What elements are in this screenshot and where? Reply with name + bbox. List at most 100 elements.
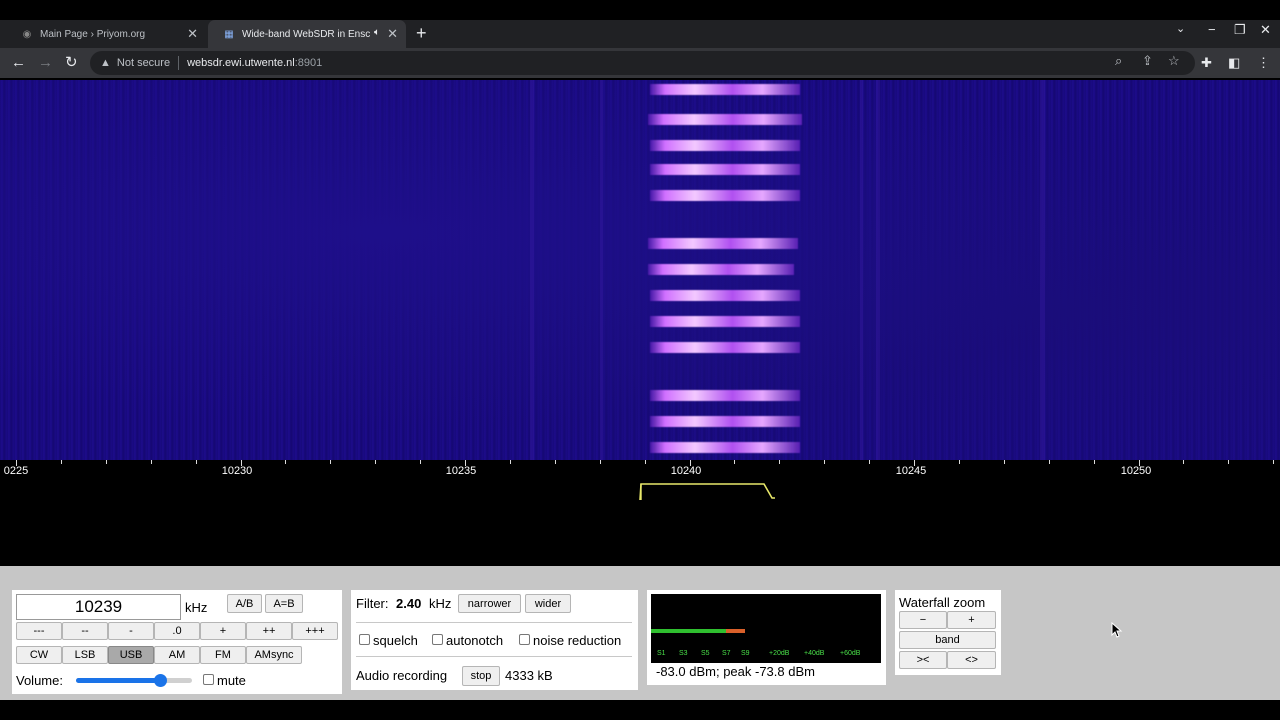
round-frequency-button[interactable]: .0 <box>154 622 200 640</box>
bookmark-star-icon[interactable]: ☆ <box>1168 53 1180 69</box>
signal-burst <box>650 342 800 353</box>
passband-indicator[interactable] <box>638 480 778 502</box>
frequency-input[interactable]: 10239 <box>16 594 181 620</box>
wider-button[interactable]: wider <box>525 594 571 613</box>
signal-burst <box>648 264 794 275</box>
smeter-peak-bar <box>726 629 746 633</box>
tuning-box: 10239 kHz A/B A=B --- -- - .0 + ++ +++ C… <box>12 590 342 694</box>
ab-button[interactable]: A/B <box>227 594 262 613</box>
filter-value: 2.40 <box>396 596 422 611</box>
scale-label: 0225 <box>3 465 29 477</box>
scale-tick <box>1003 460 1005 464</box>
tab-priyom[interactable]: ◉ Main Page › Priyom.org ✕ <box>6 20 206 48</box>
waterfall-display[interactable] <box>0 80 1280 460</box>
close-tab-icon[interactable]: ✕ <box>387 26 398 42</box>
step-up-medium-button[interactable]: ++ <box>246 622 292 640</box>
step-down-medium-button[interactable]: -- <box>62 622 108 640</box>
scale-tick <box>824 460 826 464</box>
scale-tick <box>958 460 960 464</box>
scale-tick <box>869 460 871 464</box>
a-equals-b-button[interactable]: A=B <box>265 594 303 613</box>
waterfall-streak <box>530 80 534 460</box>
mode-amsync-button[interactable]: AMsync <box>246 646 302 664</box>
smeter-scale-label: +40dB <box>804 650 825 657</box>
frequency-unit: kHz <box>185 600 208 615</box>
tab-websdr[interactable]: ▦ Wide-band WebSDR in Ensche 🔈︎ ✕ <box>208 20 406 48</box>
scale-label: 10245 <box>895 465 927 477</box>
scale-tick <box>285 460 287 464</box>
volume-slider-thumb[interactable] <box>153 674 167 687</box>
smeter-scale-label: S3 <box>679 650 688 657</box>
waterfall-streak <box>600 80 603 460</box>
restore-icon[interactable]: ❐ <box>1234 22 1246 38</box>
noise-reduction-checkbox[interactable] <box>519 634 530 645</box>
window-close-icon[interactable]: ✕ <box>1260 22 1271 38</box>
signal-burst <box>650 316 800 327</box>
frequency-scale[interactable]: 0225 10230 10235 10240 10245 10250 <box>0 460 1280 566</box>
step-up-small-button[interactable]: + <box>200 622 246 640</box>
squelch-label: squelch <box>373 633 418 648</box>
mode-lsb-button[interactable]: LSB <box>62 646 108 664</box>
waterfall-streak <box>1040 80 1045 460</box>
scale-tick <box>420 460 422 464</box>
scale-label: 10235 <box>445 465 477 477</box>
scale-tick <box>1273 460 1275 464</box>
bottom-bar <box>0 700 1280 720</box>
forward-icon[interactable]: → <box>38 53 53 73</box>
step-down-large-button[interactable]: --- <box>16 622 62 640</box>
address-bar[interactable]: ▲ Not secure websdr.ewi.utwente.nl:8901 … <box>90 51 1195 75</box>
zoom-narrow-button[interactable]: >< <box>899 651 947 669</box>
tab-search-icon[interactable]: ⌄ <box>1176 22 1185 35</box>
scale-tick <box>1228 460 1230 464</box>
step-up-large-button[interactable]: +++ <box>292 622 338 640</box>
zoom-icon[interactable]: ⌕ <box>1115 53 1122 69</box>
volume-slider-fill <box>76 678 160 683</box>
signal-burst <box>650 140 800 151</box>
filter-box: Filter: 2.40 kHz narrower wider squelch … <box>351 590 638 690</box>
signal-burst <box>648 114 802 125</box>
signal-burst <box>650 290 800 301</box>
menu-icon[interactable]: ⋮ <box>1257 53 1270 73</box>
smeter-display: S1 S3 S5 S7 S9 +20dB +40dB +60dB <box>651 594 881 663</box>
narrower-button[interactable]: narrower <box>458 594 521 613</box>
scale-label: 10250 <box>1120 465 1152 477</box>
tab-audio-icon[interactable]: 🔈︎ <box>374 27 380 38</box>
signal-burst <box>650 164 800 175</box>
security-label[interactable]: Not secure <box>117 57 170 69</box>
autonotch-checkbox[interactable] <box>432 634 443 645</box>
zoom-in-button[interactable]: + <box>947 611 996 629</box>
stop-recording-button[interactable]: stop <box>462 666 500 686</box>
squelch-checkbox[interactable] <box>359 634 370 645</box>
side-panel-icon[interactable]: ◧ <box>1228 53 1240 73</box>
mode-usb-button[interactable]: USB <box>108 646 154 664</box>
close-tab-icon[interactable]: ✕ <box>187 26 198 42</box>
signal-burst <box>650 84 800 95</box>
new-tab-button[interactable]: + <box>416 23 427 43</box>
reload-icon[interactable]: ↻ <box>65 53 78 73</box>
scale-tick <box>195 460 197 464</box>
mute-checkbox[interactable] <box>203 674 214 685</box>
zoom-out-button[interactable]: − <box>899 611 947 629</box>
filter-label: Filter: <box>356 596 389 611</box>
scale-tick <box>150 460 152 464</box>
scale-tick <box>779 460 781 464</box>
step-down-small-button[interactable]: - <box>108 622 154 640</box>
scale-label: 10240 <box>670 465 702 477</box>
signal-burst <box>650 190 800 201</box>
scale-tick <box>1183 460 1185 464</box>
mode-cw-button[interactable]: CW <box>16 646 62 664</box>
zoom-wide-button[interactable]: <> <box>947 651 996 669</box>
filter-unit: kHz <box>429 596 452 611</box>
extensions-icon[interactable]: ✚ <box>1201 53 1212 73</box>
audio-recording-label: Audio recording <box>356 668 448 683</box>
mode-am-button[interactable]: AM <box>154 646 200 664</box>
signal-burst <box>648 238 798 249</box>
warning-icon[interactable]: ▲ <box>100 57 111 69</box>
back-icon[interactable]: ← <box>11 53 26 73</box>
mode-fm-button[interactable]: FM <box>200 646 246 664</box>
waterfall-streak <box>876 80 880 460</box>
zoom-band-button[interactable]: band <box>899 631 996 649</box>
minimize-icon[interactable]: − <box>1208 22 1216 37</box>
volume-slider[interactable] <box>76 674 192 687</box>
share-icon[interactable]: ⇪ <box>1142 53 1153 69</box>
